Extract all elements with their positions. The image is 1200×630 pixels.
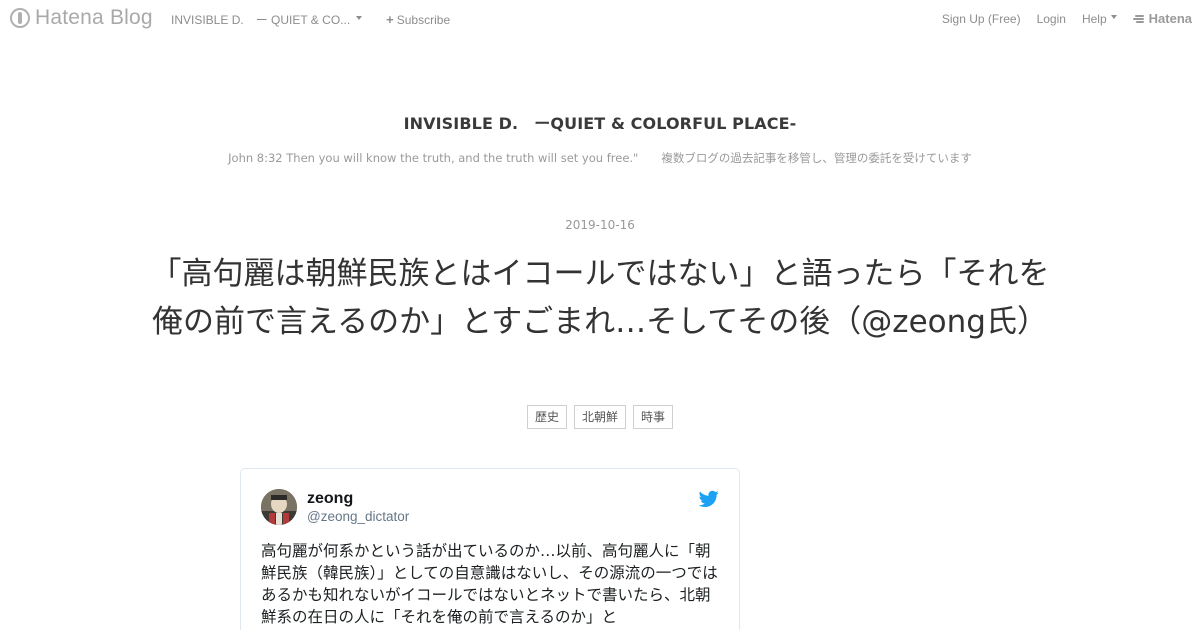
account-nav: Sign Up (Free) Login Help Hatena bbox=[926, 11, 1192, 26]
tweet-author-handle[interactable]: @zeong_dictator bbox=[307, 509, 409, 524]
entry-date[interactable]: 2019-10-16 bbox=[0, 218, 1200, 232]
brand-text: Hatena Blog bbox=[35, 6, 153, 29]
tweet-author-name[interactable]: zeong bbox=[307, 490, 353, 508]
entry-categories: 歴史 北朝鮮 時事 bbox=[0, 405, 1200, 429]
subscribe-button[interactable]: + Subscribe bbox=[386, 12, 450, 27]
category-tag[interactable]: 歴史 bbox=[526, 405, 567, 429]
subscribe-label: Subscribe bbox=[396, 12, 451, 27]
category-tag[interactable]: 北朝鮮 bbox=[573, 405, 626, 429]
avatar[interactable] bbox=[261, 489, 297, 525]
embedded-tweet[interactable]: zeong @zeong_dictator 高句麗が何系かという話が出ているのか… bbox=[240, 468, 740, 630]
chevron-down-icon bbox=[1110, 14, 1117, 19]
blog-title-dropdown[interactable]: INVISIBLE D. ー QUIET & CO... bbox=[171, 11, 350, 28]
blog-header: INVISIBLE D. ーQUIET & COLORFUL PLACE- Jo… bbox=[0, 110, 1200, 166]
help-menu[interactable]: Help bbox=[1082, 12, 1117, 26]
plus-icon: + bbox=[386, 12, 394, 27]
hatena-mark-icon bbox=[1132, 14, 1146, 24]
blog-name[interactable]: INVISIBLE D. ーQUIET & COLORFUL PLACE- bbox=[0, 110, 1200, 134]
hatena-blog-logo[interactable]: Hatena Blog bbox=[10, 6, 153, 30]
twitter-bird-icon[interactable] bbox=[699, 490, 719, 508]
blog-description: John 8:32 Then you will know the truth, … bbox=[228, 151, 972, 165]
entry-title[interactable]: 「高句麗は朝鮮民族とはイコールではない」と語ったら「それを俺の前で言えるのか」と… bbox=[140, 250, 1060, 346]
global-header: Hatena Blog INVISIBLE D. ー QUIET & CO...… bbox=[0, 0, 1200, 36]
tweet-text: 高句麗が何系かという話が出ているのか…以前、高句麗人に「朝鮮民族（韓民族）」とし… bbox=[261, 542, 718, 626]
hatena-label: Hatena bbox=[1148, 11, 1192, 26]
login-link[interactable]: Login bbox=[1037, 12, 1066, 26]
hatena-logo[interactable]: Hatena bbox=[1132, 11, 1192, 26]
help-label: Help bbox=[1081, 11, 1107, 26]
category-tag[interactable]: 時事 bbox=[633, 405, 674, 429]
hatena-blog-logo-icon bbox=[10, 8, 30, 28]
signup-link[interactable]: Sign Up (Free) bbox=[942, 12, 1021, 26]
avatar-image bbox=[261, 489, 297, 525]
blog-nav: INVISIBLE D. ー QUIET & CO... + Subscribe bbox=[171, 11, 450, 28]
chevron-down-icon[interactable] bbox=[356, 15, 363, 20]
